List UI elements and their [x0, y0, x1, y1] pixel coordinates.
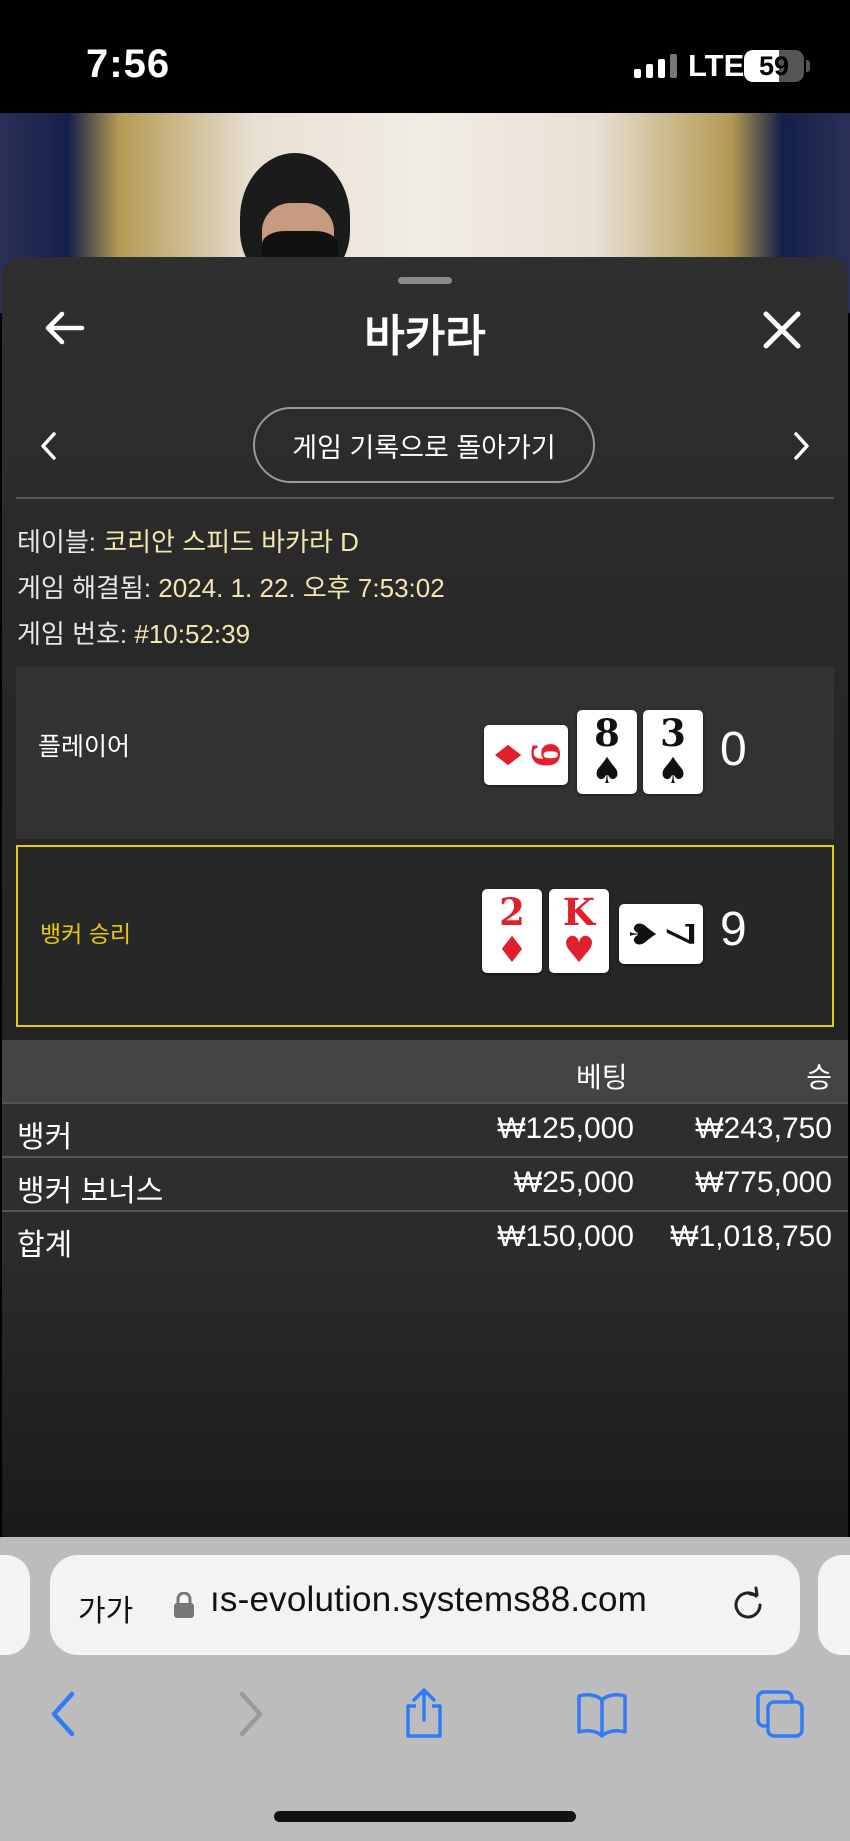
card-rank: 2	[499, 890, 525, 934]
bet-amount: ₩25,000	[513, 1166, 634, 1199]
card-suit: ♠	[656, 750, 690, 792]
card-rank: K	[562, 890, 596, 934]
win-amount: ₩775,000	[695, 1166, 832, 1199]
game-number-value: #10:52:39	[134, 619, 251, 649]
playing-card: 9 ♦	[484, 725, 568, 785]
banker-win-label: 뱅커 승리	[40, 921, 132, 947]
resolved-label: 게임 해결됨:	[17, 573, 152, 603]
card-suit: ♠	[621, 917, 663, 951]
sheet-grabber[interactable]	[398, 277, 452, 284]
battery-tip	[806, 60, 810, 72]
battery-icon: 59	[744, 50, 804, 82]
card-suit: ♦	[486, 738, 528, 772]
playing-card: 3 ♠	[643, 710, 703, 794]
playing-card: 8 ♠	[577, 710, 637, 794]
network-type: LTE	[688, 48, 745, 83]
page-title: 바카라	[364, 312, 486, 361]
banker-score: 9	[720, 903, 747, 956]
win-amount: ₩243,750	[695, 1112, 832, 1145]
playing-card: K ♥	[549, 889, 609, 973]
game-number-label: 게임 번호:	[17, 619, 128, 649]
status-bar: 7:56 LTE 59	[0, 0, 850, 113]
back-to-history-button[interactable]: 게임 기록으로 돌아가기	[253, 407, 595, 483]
card-rank: 9	[523, 742, 567, 768]
table-info: 테이블: 코리안 스피드 바카라 D	[17, 522, 359, 559]
win-column-header: 승	[806, 1062, 832, 1093]
card-rank: 3	[660, 711, 686, 755]
bets-table-header: 베팅 승	[2, 1040, 848, 1102]
card-rank: 8	[594, 711, 620, 755]
bet-name: 뱅커 보너스	[17, 1175, 164, 1208]
resolved-value: 2024. 1. 22. 오후 7:53:02	[158, 573, 445, 603]
table-value: 코리안 스피드 바카라 D	[103, 527, 359, 557]
share-icon[interactable]	[398, 1688, 450, 1740]
player-hand-row: 플레이어	[16, 667, 834, 839]
table-label: 테이블:	[17, 527, 96, 557]
home-indicator[interactable]	[274, 1811, 576, 1822]
table-row: 뱅커 보너스 ₩25,000 ₩775,000	[2, 1156, 848, 1210]
cellular-signal-icon	[634, 54, 677, 78]
player-label: 플레이어	[38, 733, 131, 761]
previous-game-chevron-icon[interactable]	[36, 428, 62, 464]
url-text[interactable]: ıs-evolution.systems88.com	[210, 1580, 647, 1620]
playing-card: 2 ♦	[482, 889, 542, 973]
player-score: 0	[720, 723, 747, 776]
previous-tab-peek[interactable]	[0, 1555, 30, 1655]
card-rank: 7	[658, 921, 702, 947]
bookmarks-icon[interactable]	[576, 1688, 628, 1740]
game-number-info: 게임 번호: #10:52:39	[17, 614, 250, 651]
card-suit: ♥	[562, 929, 596, 971]
banker-hand-row: 뱅커 승리	[16, 845, 834, 1027]
next-tab-peek[interactable]	[818, 1555, 850, 1655]
total-win: ₩1,018,750	[670, 1220, 832, 1253]
total-bet: ₩150,000	[497, 1220, 634, 1253]
sheet-empty-area	[2, 1264, 848, 1537]
bet-column-header: 베팅	[576, 1062, 628, 1093]
playing-card: 7 ♠	[619, 904, 703, 964]
table-row: 뱅커 ₩125,000 ₩243,750	[2, 1102, 848, 1156]
bet-amount: ₩125,000	[497, 1112, 634, 1145]
reload-icon[interactable]	[728, 1585, 768, 1625]
lock-icon	[174, 1592, 194, 1618]
back-icon[interactable]	[40, 1688, 92, 1740]
forward-icon[interactable]	[222, 1688, 274, 1740]
table-row: 합계 ₩150,000 ₩1,018,750	[2, 1210, 848, 1264]
card-suit: ♦	[495, 929, 529, 971]
battery-percent: 59	[758, 51, 790, 81]
close-icon[interactable]	[760, 308, 804, 352]
total-label: 합계	[17, 1229, 73, 1262]
next-game-chevron-icon[interactable]	[788, 428, 814, 464]
bet-name: 뱅커	[17, 1121, 73, 1154]
divider	[16, 497, 834, 499]
text-size-button[interactable]: 가가	[78, 1586, 133, 1630]
resolved-info: 게임 해결됨: 2024. 1. 22. 오후 7:53:02	[17, 568, 445, 605]
tabs-icon[interactable]	[754, 1688, 806, 1740]
clock: 7:56	[86, 42, 171, 86]
card-suit: ♠	[590, 750, 624, 792]
